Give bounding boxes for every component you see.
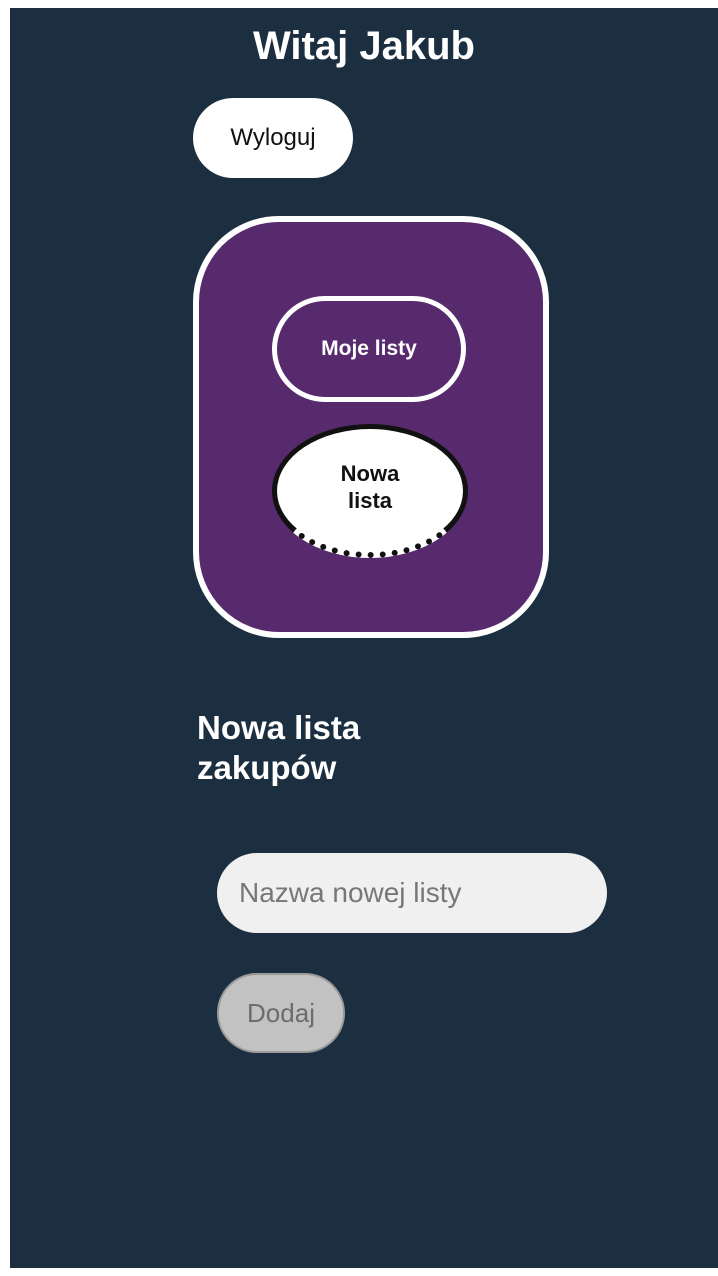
add-list-button[interactable]: Dodaj bbox=[217, 973, 345, 1053]
list-name-input[interactable] bbox=[217, 853, 607, 933]
logout-button[interactable]: Wyloguj bbox=[193, 98, 353, 178]
greeting-title: Witaj Jakub bbox=[253, 24, 475, 68]
new-list-button[interactable]: Nowa lista bbox=[272, 424, 468, 558]
my-lists-button[interactable]: Moje listy bbox=[272, 296, 466, 402]
new-list-heading: Nowa lista zakupów bbox=[197, 709, 361, 786]
app-container: Witaj Jakub Wyloguj Moje listy Nowa list… bbox=[10, 8, 718, 1268]
